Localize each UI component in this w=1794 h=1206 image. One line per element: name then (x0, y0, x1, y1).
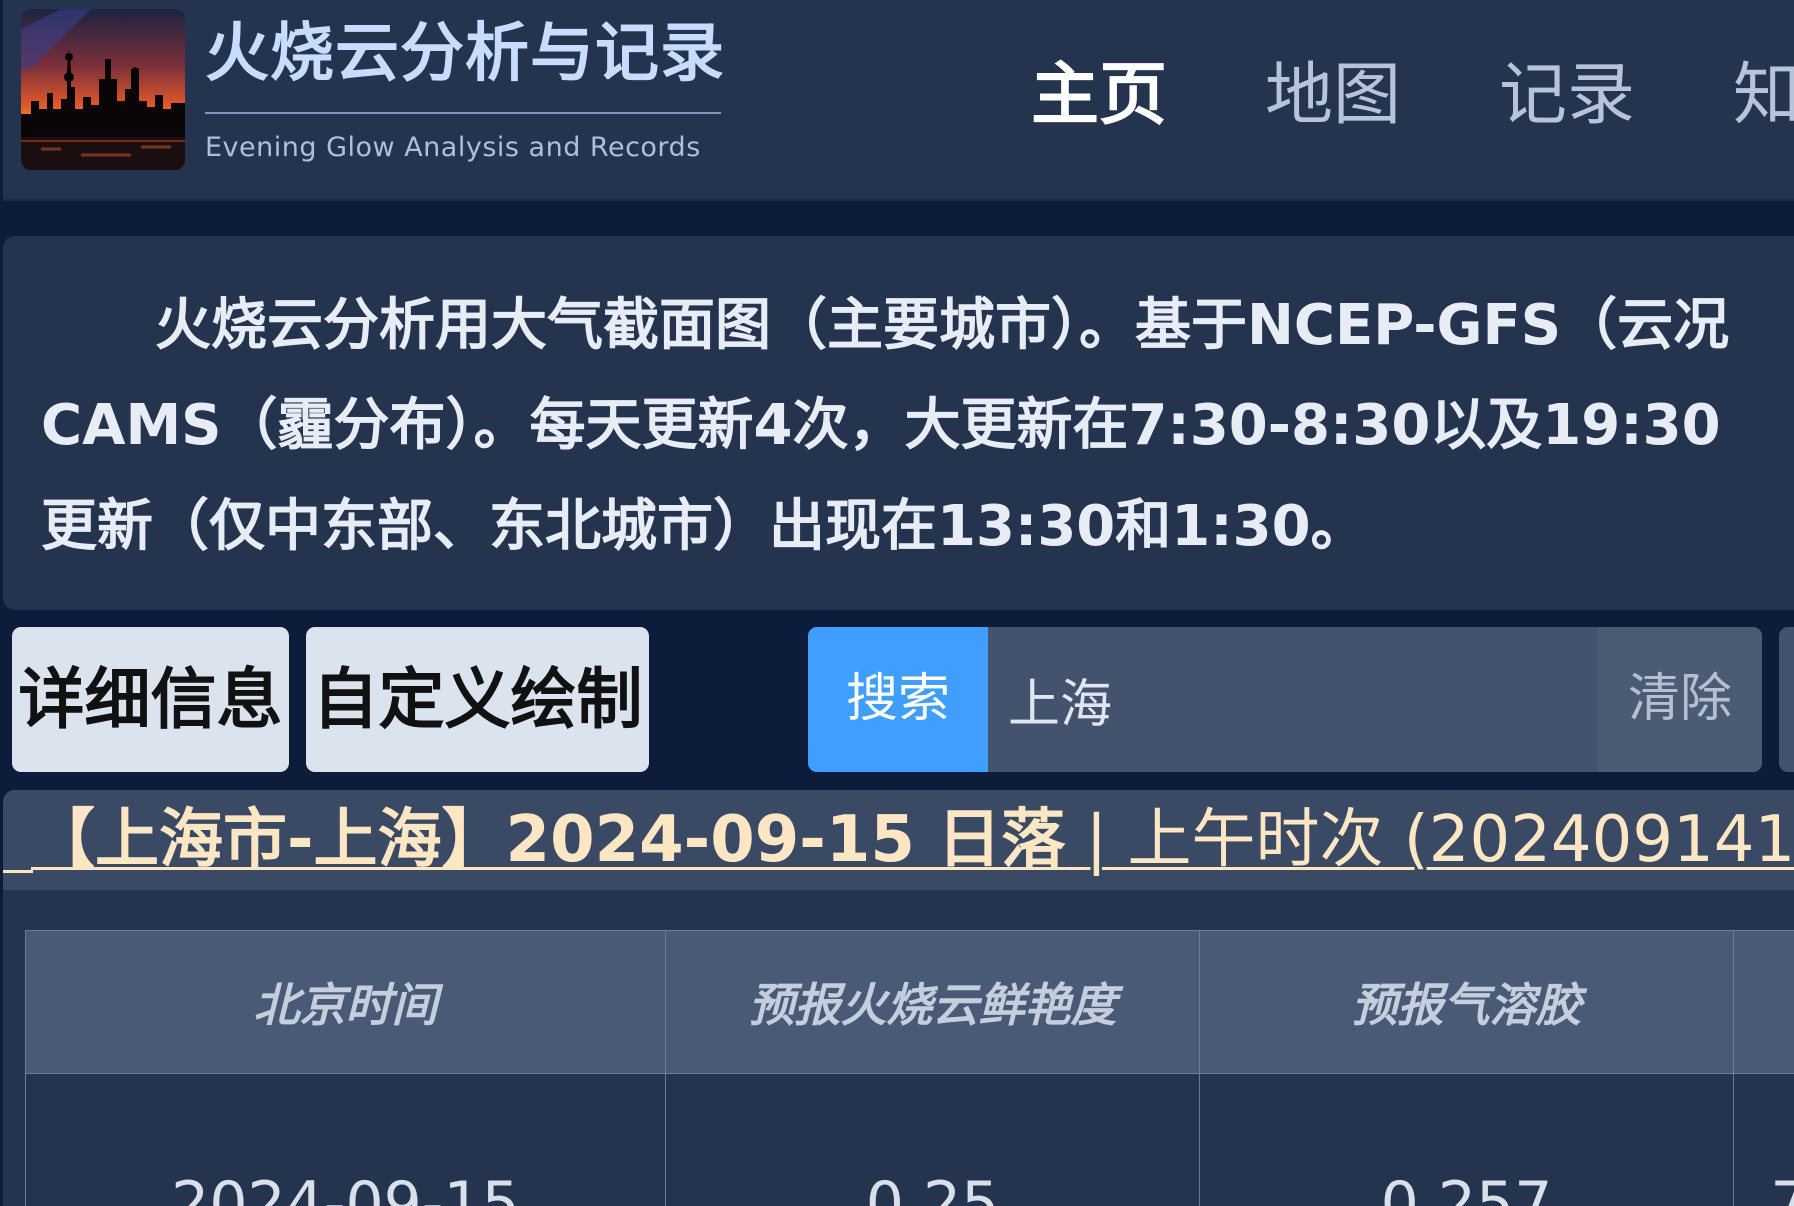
intro-text-line-3: 更新（仅中东部、东北城市）出现在13:30和1:30。 (41, 494, 1367, 559)
result-panel: 【上海市-上海】2024-09-15 日落 | 上午时次 (202409141 … (3, 790, 1794, 1206)
site-header: 火烧云分析与记录 Evening Glow Analysis and Recor… (3, 0, 1794, 201)
page: 火烧云分析与记录 Evening Glow Analysis and Recor… (0, 0, 1794, 1206)
nav-home[interactable]: 主页 (1031, 56, 1167, 136)
result-title-separator: | (1085, 803, 1108, 877)
offscreen-control[interactable] (1779, 627, 1794, 772)
nav-map[interactable]: 地图 (1265, 56, 1401, 136)
col-header-beijing-time: 北京时间 (25, 930, 666, 1074)
custom-plot-button[interactable]: 自定义绘制 (306, 627, 649, 772)
table-header-row: 北京时间 预报火烧云鲜艳度 预报气溶胶 (25, 930, 1794, 1074)
table-row: 2024-09-15 0.25 0.257 7 (25, 1073, 1794, 1206)
site-subtitle: Evening Glow Analysis and Records (205, 132, 701, 163)
cell-extra: 7 (1733, 1073, 1794, 1206)
result-title-model-run: 上午时次 (202409141 (1127, 803, 1794, 877)
nav-records[interactable]: 记录 (1499, 56, 1635, 136)
title-underline-lead (3, 870, 33, 873)
search-input[interactable] (988, 627, 1598, 772)
result-header-bar: 【上海市-上海】2024-09-15 日落 | 上午时次 (202409141 (3, 790, 1794, 890)
cell-aerosol: 0.257 (1199, 1073, 1734, 1206)
search-button[interactable]: 搜索 (808, 627, 988, 772)
cell-time: 2024-09-15 (25, 1073, 666, 1206)
intro-text-line-1: 火烧云分析用大气截面图（主要城市）。基于NCEP-GFS（云况 (155, 293, 1730, 358)
col-header-glow-quality: 预报火烧云鲜艳度 (665, 930, 1200, 1074)
search-group: 搜索 清除 (808, 627, 1762, 772)
title-divider (205, 112, 721, 114)
skyline-logo-icon (21, 9, 185, 170)
forecast-table: 北京时间 预报火烧云鲜艳度 预报气溶胶 2024-09-15 0.25 0.25… (25, 930, 1794, 1206)
result-title-location-date: 【上海市-上海】2024-09-15 日落 (31, 803, 1066, 877)
site-logo[interactable] (21, 9, 185, 170)
col-header-aerosol: 预报气溶胶 (1199, 930, 1734, 1074)
intro-panel: 火烧云分析用大气截面图（主要城市）。基于NCEP-GFS（云况 CAMS（霾分布… (3, 236, 1794, 610)
cell-glow-quality: 0.25 (665, 1073, 1200, 1206)
intro-text-line-2: CAMS（霾分布）。每天更新4次，大更新在7:30-8:30以及19:30 (41, 393, 1721, 458)
result-title-link[interactable]: 【上海市-上海】2024-09-15 日落 | 上午时次 (202409141 (31, 798, 1794, 882)
site-title[interactable]: 火烧云分析与记录 (205, 14, 725, 94)
col-header-extra (1733, 930, 1794, 1074)
clear-button[interactable]: 清除 (1598, 627, 1762, 772)
nav-knowledge[interactable]: 知 (1733, 56, 1794, 136)
details-button[interactable]: 详细信息 (12, 627, 289, 772)
